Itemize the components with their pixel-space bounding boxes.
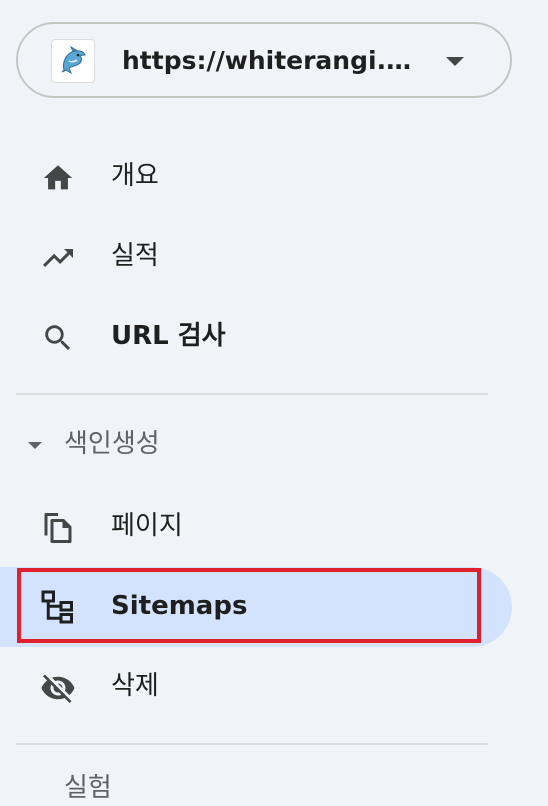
- divider: [16, 393, 488, 395]
- section-header-indexing[interactable]: 색인생성: [0, 408, 512, 480]
- nav-item-label: Sitemaps: [111, 591, 248, 621]
- nav-item-label: URL 검사: [111, 321, 226, 351]
- dolphin-icon: [51, 39, 95, 83]
- nav-item-overview[interactable]: 개요: [0, 138, 512, 214]
- search-icon: [40, 320, 76, 356]
- nav-item-pages[interactable]: 페이지: [0, 488, 512, 564]
- section-label-next[interactable]: 실험: [64, 770, 112, 806]
- nav-item-url-inspection[interactable]: URL 검사: [0, 298, 512, 374]
- nav-item-label: 실적: [111, 241, 159, 271]
- divider: [16, 743, 488, 745]
- chevron-down-icon[interactable]: [446, 57, 464, 66]
- home-icon: [40, 160, 76, 196]
- nav-item-label: 개요: [111, 161, 159, 191]
- property-selector[interactable]: https://whiterangi.gi...: [16, 22, 512, 98]
- property-url: https://whiterangi.gi...: [122, 46, 422, 75]
- nav-item-removals[interactable]: 삭제: [0, 648, 512, 724]
- trending-up-icon: [40, 240, 76, 276]
- eye-off-icon: [40, 670, 76, 706]
- copy-pages-icon: [40, 510, 76, 546]
- nav-item-label: 페이지: [111, 511, 183, 541]
- nav-item-label: 삭제: [111, 671, 159, 701]
- section-label: 색인생성: [64, 429, 160, 459]
- nav-item-performance[interactable]: 실적: [0, 218, 512, 294]
- sitemap-icon: [40, 589, 76, 625]
- caret-down-icon: [28, 442, 42, 449]
- nav-item-sitemaps[interactable]: Sitemaps: [0, 567, 512, 647]
